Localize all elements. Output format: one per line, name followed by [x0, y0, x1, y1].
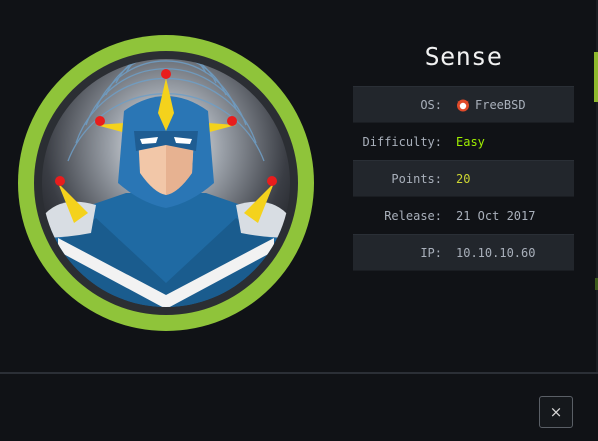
close-button[interactable]: × [539, 396, 573, 428]
difficulty-value: Easy [456, 134, 485, 149]
points-value: 20 [456, 171, 471, 186]
scrollbar-thumb[interactable] [594, 52, 598, 102]
info-key-release: Release: [384, 208, 442, 223]
info-row-os: OS: FreeBSD [353, 86, 574, 123]
info-key-difficulty: Difficulty: [362, 134, 442, 149]
machine-info-modal: Sense OS: FreeBSD Difficulty: Easy Point… [0, 0, 598, 441]
info-key-ip: IP: [420, 245, 442, 260]
os-name: FreeBSD [475, 97, 526, 112]
release-value: 21 Oct 2017 [456, 208, 536, 223]
machine-name: Sense [424, 42, 503, 71]
info-key-os: OS: [420, 97, 442, 112]
ip-value: 10.10.10.60 [456, 245, 536, 260]
info-row-points: Points: 20 [353, 160, 574, 197]
info-row-difficulty: Difficulty: Easy [353, 123, 574, 160]
info-row-ip: IP: 10.10.10.60 [353, 234, 574, 271]
close-icon: × [549, 403, 563, 421]
info-value-os: FreeBSD [456, 98, 574, 112]
machine-info-table: OS: FreeBSD Difficulty: Easy Points: 20 [353, 86, 574, 271]
machine-avatar [16, 33, 316, 333]
freebsd-icon [456, 98, 470, 112]
footer-divider [0, 372, 598, 374]
info-key-points: Points: [391, 171, 442, 186]
info-row-release: Release: 21 Oct 2017 [353, 197, 574, 234]
